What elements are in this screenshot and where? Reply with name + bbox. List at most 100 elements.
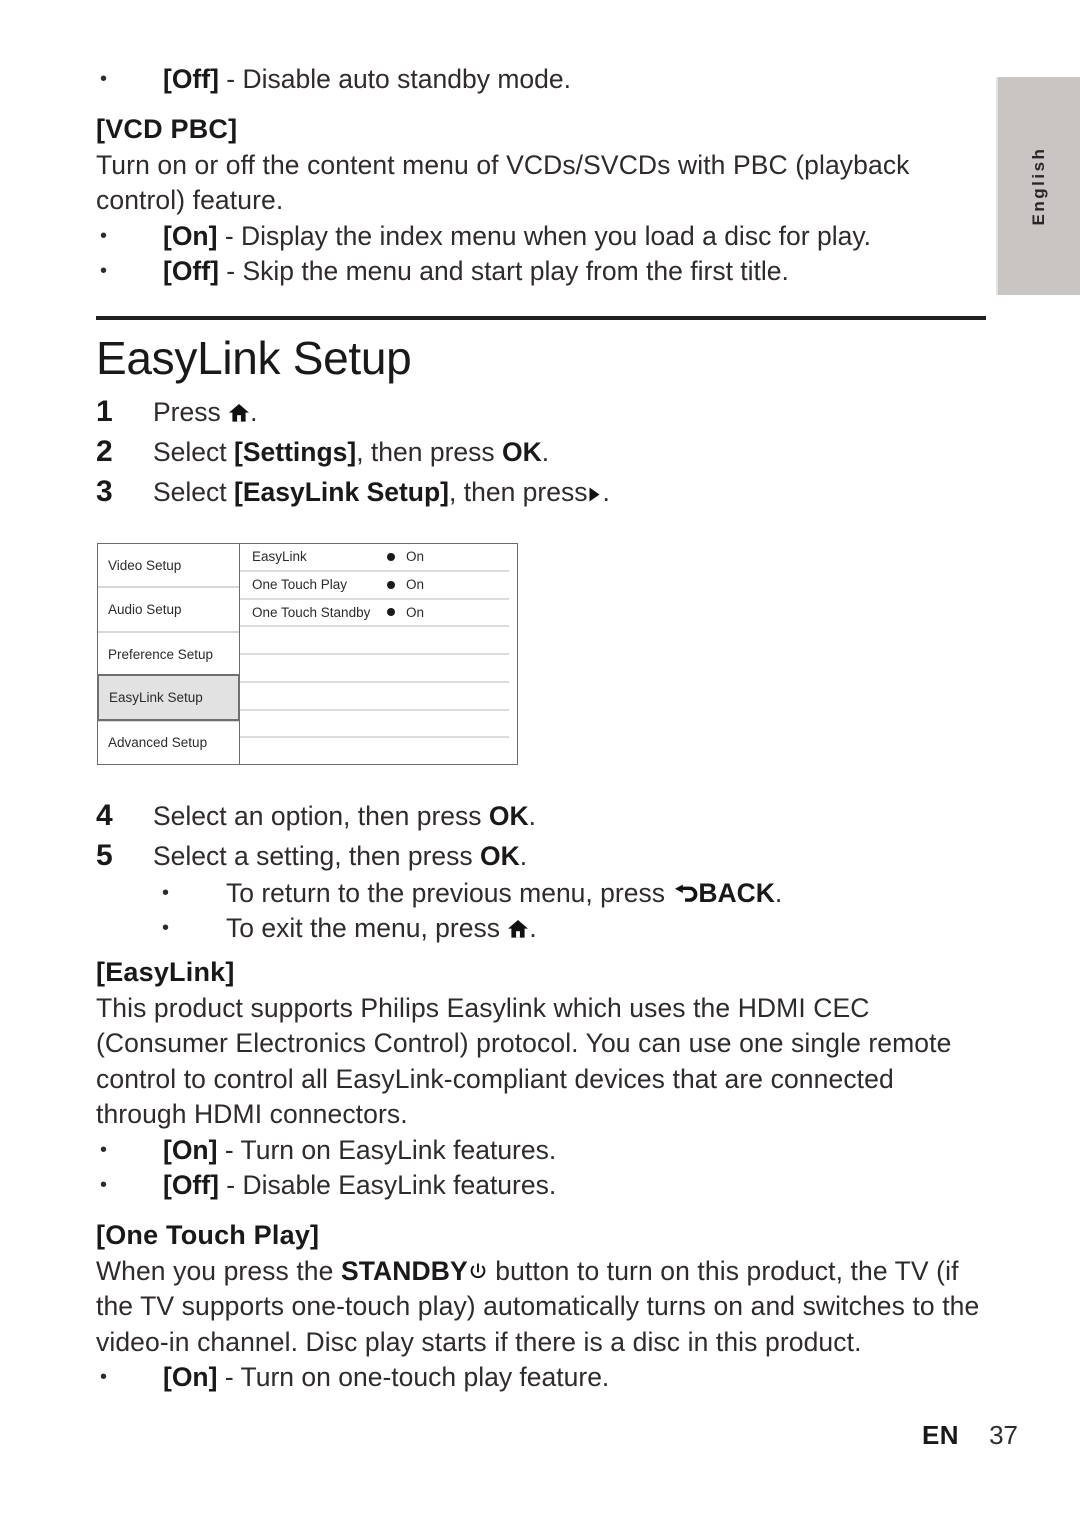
list-item-text: [On] - Display the index menu when you l… bbox=[163, 219, 986, 255]
step-text-tail: . bbox=[528, 800, 537, 831]
option-description: - Disable EasyLink features. bbox=[218, 1170, 557, 1200]
home-icon bbox=[507, 919, 529, 939]
setup-menu-option-value-text: On bbox=[406, 604, 425, 620]
setup-menu-option-row[interactable]: EasyLink On bbox=[240, 544, 509, 572]
option-label: [Off] bbox=[163, 64, 219, 94]
step-text: Select a setting, then press OK. bbox=[153, 836, 986, 876]
step-number: 3 bbox=[96, 474, 113, 508]
setup-menu-option-label: One Touch Play bbox=[252, 577, 348, 593]
bullet-point-icon: • bbox=[100, 1174, 108, 1196]
list-item-text: [On] - Turn on one-touch play feature. bbox=[163, 1360, 986, 1396]
option-description: - Turn on one-touch play feature. bbox=[217, 1362, 610, 1392]
section-title: EasyLink Setup bbox=[96, 331, 412, 384]
subsection-paragraph-easylink: This product supports Philips Easylink w… bbox=[96, 992, 952, 1130]
setup-menu-sidebar-item-label: EasyLink Setup bbox=[109, 689, 203, 705]
right-arrow-icon bbox=[587, 486, 602, 503]
list-item: • [On] - Turn on EasyLink features. bbox=[96, 1133, 986, 1169]
step-text: Select [Settings], then press OK. bbox=[153, 432, 986, 472]
setup-menu-sidebar: Video Setup Audio Setup Preference Setup Ea… bbox=[97, 543, 240, 765]
setup-menu-sidebar-item[interactable]: Audio Setup bbox=[98, 586, 239, 630]
list-item-text: To return to the previous menu, press BA… bbox=[226, 876, 986, 912]
setup-menu-sidebar-item-label: Advanced Setup bbox=[108, 735, 208, 751]
section-divider bbox=[96, 315, 986, 320]
page-footer: EN 37 bbox=[0, 1420, 1018, 1451]
setup-menu-sidebar-item-label: Video Setup bbox=[108, 557, 182, 573]
setup-menu-sidebar-item[interactable]: Advanced Setup bbox=[98, 719, 239, 764]
step-number: 5 bbox=[96, 838, 113, 872]
selected-radio-icon bbox=[387, 552, 395, 561]
footer-page-number: 37 bbox=[989, 1420, 1018, 1450]
list-item: • [On] - Turn on one-touch play feature. bbox=[96, 1360, 986, 1396]
setup-menu-option-row[interactable]: One Touch Standby On bbox=[240, 600, 509, 628]
menu-item-reference: [EasyLink Setup] bbox=[234, 476, 450, 507]
setup-menu-empty-row bbox=[240, 711, 509, 739]
setup-menu-options-panel: EasyLink On One Touch Play On One Touch Stan… bbox=[240, 543, 518, 765]
list-item: • [On] - Display the index menu when you… bbox=[96, 219, 986, 255]
subsection-heading-easylink: [EasyLink] bbox=[96, 956, 235, 987]
numbered-step: 3 Select [EasyLink Setup], then press. bbox=[96, 472, 986, 512]
subsection-paragraph-vcd-pbc: Turn on or off the content menu of VCDs/… bbox=[96, 149, 910, 216]
list-item: • [Off] - Disable auto standby mode. bbox=[96, 62, 986, 98]
bullet-point-icon: • bbox=[100, 224, 108, 247]
list-item-text: [Off] - Disable auto standby mode. bbox=[163, 62, 986, 98]
step-text-tail: . bbox=[519, 840, 528, 871]
setup-menu-sidebar-item-label: Audio Setup bbox=[108, 602, 182, 618]
key-reference-standby: STANDBY bbox=[340, 1255, 468, 1286]
option-label: [On] bbox=[163, 1362, 218, 1392]
key-reference-ok: OK bbox=[488, 800, 529, 831]
sub-bullet-text: To exit the menu, press bbox=[226, 913, 508, 943]
setup-menu-sidebar-item[interactable]: Video Setup bbox=[98, 544, 239, 586]
bullet-point-icon: • bbox=[100, 1138, 108, 1161]
step-text-prefix: Select a setting, then press bbox=[153, 840, 481, 871]
list-item: • To exit the menu, press . bbox=[96, 911, 986, 947]
option-description: - Skip the menu and start play from the … bbox=[218, 256, 789, 286]
setup-menu-sidebar-item[interactable]: EasyLink Setup bbox=[97, 674, 240, 721]
setup-menu-empty-row bbox=[240, 683, 509, 711]
list-item-text: [Off] - Skip the menu and start play fro… bbox=[163, 254, 986, 290]
bullet-point-icon: • bbox=[162, 881, 170, 904]
language-side-tab-label: English bbox=[1029, 146, 1048, 226]
step-text-suffix: . bbox=[250, 396, 258, 427]
sub-bullet-text-tail: . bbox=[529, 913, 537, 943]
step-text: Select an option, then press OK. bbox=[153, 796, 986, 836]
option-label: [Off] bbox=[163, 256, 219, 286]
key-reference-ok: OK bbox=[480, 840, 520, 871]
setup-menu-option-label: EasyLink bbox=[252, 549, 307, 565]
list-item-text: [Off] - Disable EasyLink features. bbox=[163, 1168, 986, 1204]
setup-menu-option-value: On bbox=[387, 549, 505, 564]
step-text-tail: . bbox=[602, 476, 610, 507]
option-description: - Turn on EasyLink features. bbox=[217, 1134, 557, 1165]
step-number: 1 bbox=[96, 394, 113, 428]
sub-bullet-text: To return to the previous menu, press bbox=[226, 877, 673, 908]
language-side-tab: English bbox=[996, 77, 1080, 295]
home-icon bbox=[228, 403, 250, 423]
setup-menu-empty-row bbox=[240, 738, 509, 764]
setup-menu-empty-row bbox=[240, 655, 509, 683]
numbered-step: 1 Press . bbox=[96, 392, 986, 432]
key-reference-ok: OK bbox=[502, 436, 542, 467]
numbered-step: 2 Select [Settings], then press OK. bbox=[96, 432, 986, 472]
list-item-text: To exit the menu, press . bbox=[226, 911, 986, 947]
step-text-prefix: Select bbox=[153, 436, 235, 467]
footer-language-code: EN bbox=[921, 1420, 960, 1450]
menu-item-reference: [Settings] bbox=[234, 436, 357, 467]
subsection-heading-one-touch-play: [One Touch Play] bbox=[96, 1219, 320, 1250]
document-page: English • [Off] - Disable auto standby m… bbox=[0, 0, 1080, 1522]
bullet-point-icon: • bbox=[162, 917, 170, 939]
setup-menu-option-value: On bbox=[387, 605, 505, 620]
selected-radio-icon bbox=[387, 608, 395, 617]
step-text: Select [EasyLink Setup], then press. bbox=[153, 472, 986, 512]
option-label: [On] bbox=[163, 220, 218, 251]
setup-menu-sidebar-item[interactable]: Preference Setup bbox=[98, 630, 239, 675]
setup-menu-option-row[interactable]: One Touch Play On bbox=[240, 572, 509, 600]
list-item-text: [On] - Turn on EasyLink features. bbox=[163, 1133, 986, 1169]
step-text-mid: , then press bbox=[449, 476, 588, 507]
subsection-paragraph-one-touch-play: When you press the STANDBY button to tur… bbox=[96, 1254, 986, 1361]
step-text-prefix: Select bbox=[153, 476, 235, 507]
setup-menu-empty-row bbox=[240, 627, 509, 655]
step-text-tail: . bbox=[541, 436, 550, 467]
setup-menu-figure: Video Setup Audio Setup Preference Setup Ea… bbox=[97, 543, 518, 765]
list-item: • To return to the previous menu, press … bbox=[96, 876, 986, 912]
